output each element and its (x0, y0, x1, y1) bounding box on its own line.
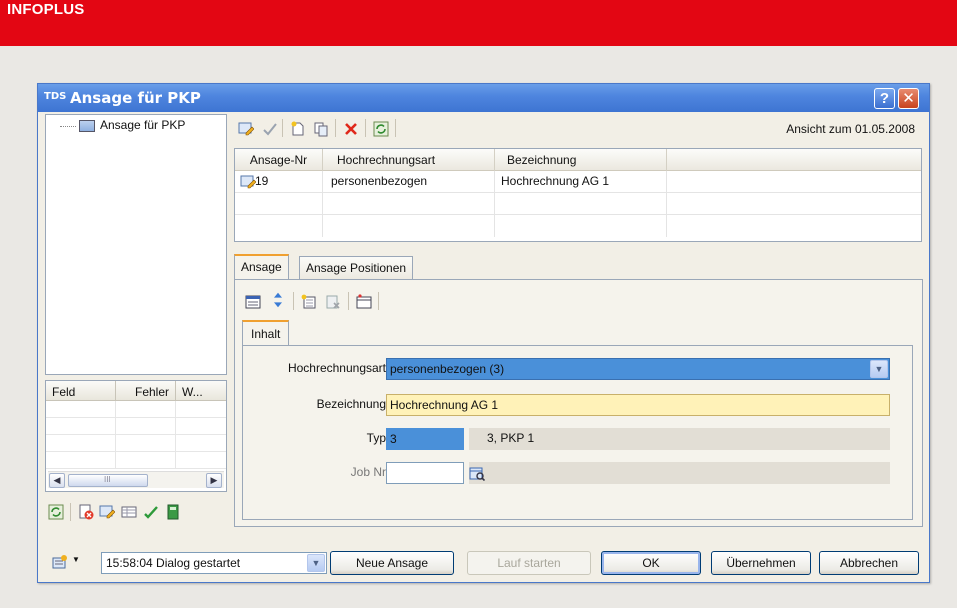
hochrechnungsart-label: Hochrechnungsart (287, 361, 386, 375)
header-banner: INFOPLUS (0, 0, 957, 46)
new-record-icon[interactable] (301, 294, 317, 310)
checkmark-icon[interactable] (262, 121, 278, 137)
list-item (46, 435, 226, 452)
toolbar-separator (348, 292, 349, 310)
toolbar-separator (70, 503, 71, 521)
delete-document-icon[interactable] (78, 504, 94, 520)
table-row (235, 215, 921, 237)
table-row (235, 193, 921, 215)
list-item (46, 418, 226, 435)
ok-button[interactable]: OK (601, 551, 701, 575)
horizontal-scrollbar[interactable]: ◀ III ▶ (48, 471, 224, 488)
title-bar[interactable]: TDS Ansage für PKP ? ✕ (38, 84, 929, 112)
jobnr-label: Job Nr (350, 465, 386, 479)
cell-hochrechnungsart: personenbezogen (323, 171, 495, 193)
delete-icon[interactable] (343, 121, 359, 137)
new-document-icon[interactable] (290, 121, 306, 137)
table-icon[interactable] (121, 504, 137, 520)
window-icon[interactable] (356, 294, 372, 310)
toolbar-separator (293, 292, 294, 310)
app-logo: TDS (44, 91, 67, 102)
table-row[interactable]: 19 personenbezogen Hochrechnung AG 1 (235, 171, 921, 193)
tree-panel: Ansage für PKP (45, 114, 227, 375)
form-icon (79, 120, 95, 132)
bezeichnung-label: Bezeichnung (316, 397, 386, 411)
tab-strip: Ansage Ansage Positionen (234, 254, 534, 280)
edit-form-icon[interactable] (238, 121, 254, 137)
jobnr-field[interactable] (386, 462, 464, 484)
refresh-icon[interactable] (48, 504, 64, 520)
tab-panel-ansage: Inhalt Hochrechnungsart personenbezogen … (234, 279, 923, 527)
typ-label: Typ (366, 431, 386, 445)
run-start-button[interactable]: Lauf starten (467, 551, 591, 575)
toolbar-separator (282, 119, 283, 137)
thumb-grip: III (104, 475, 111, 484)
column-header-hochrechnungsart[interactable]: Hochrechnungsart (323, 149, 495, 171)
error-list: Feld Fehler W... ◀ III ▶ (45, 380, 227, 492)
main-toolbar: Ansicht zum 01.05.2008 (234, 117, 924, 141)
chevron-down-icon[interactable]: ▼ (870, 360, 888, 378)
column-header-bezeichnung[interactable]: Bezeichnung (495, 149, 667, 171)
apply-button[interactable]: Übernehmen (711, 551, 811, 575)
ansage-table: Ansage-Nr Hochrechnungsart Bezeichnung 1… (234, 148, 922, 242)
help-button[interactable]: ? (874, 88, 895, 109)
new-ansage-button[interactable]: Neue Ansage (330, 551, 454, 575)
column-header-ansage-nr[interactable]: Ansage-Nr (235, 149, 323, 171)
scroll-right-icon[interactable]: ▶ (206, 473, 222, 488)
dropdown-arrow-icon[interactable]: ▼ (72, 555, 80, 564)
chevron-down-icon[interactable]: ▼ (307, 554, 325, 572)
window-title: Ansage für PKP (70, 89, 201, 107)
edit-form-icon[interactable] (99, 504, 115, 520)
book-icon[interactable] (165, 504, 181, 520)
hochrechnungsart-value: personenbezogen (3) (390, 362, 505, 376)
tab-inhalt[interactable]: Inhalt (242, 320, 290, 345)
toolbar-separator (395, 119, 396, 137)
copy-icon[interactable] (313, 121, 329, 137)
button-bar: ▼ 15:58:04 Dialog gestartet ▼ Neue Ansag… (38, 546, 929, 576)
bezeichnung-field[interactable]: Hochrechnung AG 1 (386, 394, 890, 416)
toolbar-separator (365, 119, 366, 137)
toolbar-separator (335, 119, 336, 137)
status-log-select[interactable]: 15:58:04 Dialog gestartet ▼ (101, 552, 327, 574)
sort-arrows-icon[interactable] (270, 292, 286, 308)
table-header: Ansage-Nr Hochrechnungsart Bezeichnung (235, 149, 921, 171)
delete-record-icon[interactable] (325, 294, 341, 310)
tab-ansage-positionen[interactable]: Ansage Positionen (299, 256, 414, 280)
error-toolbar (45, 499, 227, 525)
column-header-w[interactable]: W... (176, 381, 226, 401)
list-item (46, 452, 226, 469)
column-header-feld[interactable]: Feld (46, 381, 116, 401)
cell-bezeichnung: Hochrechnung AG 1 (495, 171, 667, 193)
error-list-header: Feld Fehler W... (46, 381, 226, 401)
lookup-icon[interactable] (469, 465, 485, 481)
scroll-left-icon[interactable]: ◀ (49, 473, 65, 488)
form-view-icon[interactable] (245, 294, 261, 310)
check-tool-icon[interactable] (143, 504, 159, 520)
cancel-button[interactable]: Abbrechen (819, 551, 919, 575)
dialog-window: TDS Ansage für PKP ? ✕ Ansage für PKP Fe… (37, 83, 930, 583)
settings-menu-icon[interactable] (52, 554, 68, 570)
toolbar-separator (378, 292, 379, 310)
cell-ansage-nr: 19 (235, 171, 323, 193)
tree-item-ansage[interactable]: Ansage für PKP (100, 118, 185, 132)
typ-lookup-value: 3, PKP 1 (487, 431, 535, 445)
refresh-icon[interactable] (373, 121, 389, 137)
status-log-value: 15:58:04 Dialog gestartet (106, 556, 241, 570)
close-button[interactable]: ✕ (898, 88, 919, 109)
scrollbar-thumb[interactable]: III (68, 474, 148, 487)
banner-title: INFOPLUS (7, 1, 85, 18)
jobnr-lookup-field (469, 462, 890, 484)
typ-field[interactable]: 3 (386, 428, 464, 450)
hochrechnungsart-select[interactable]: personenbezogen (3) ▼ (386, 358, 890, 380)
inhalt-panel: Hochrechnungsart personenbezogen (3) ▼ B… (242, 345, 913, 520)
tab-ansage[interactable]: Ansage (234, 254, 289, 280)
error-list-body (46, 401, 226, 469)
tree-connector (60, 126, 76, 127)
list-item (46, 401, 226, 418)
column-header-fehler[interactable]: Fehler (116, 381, 176, 401)
view-date-label: Ansicht zum 01.05.2008 (786, 122, 915, 136)
